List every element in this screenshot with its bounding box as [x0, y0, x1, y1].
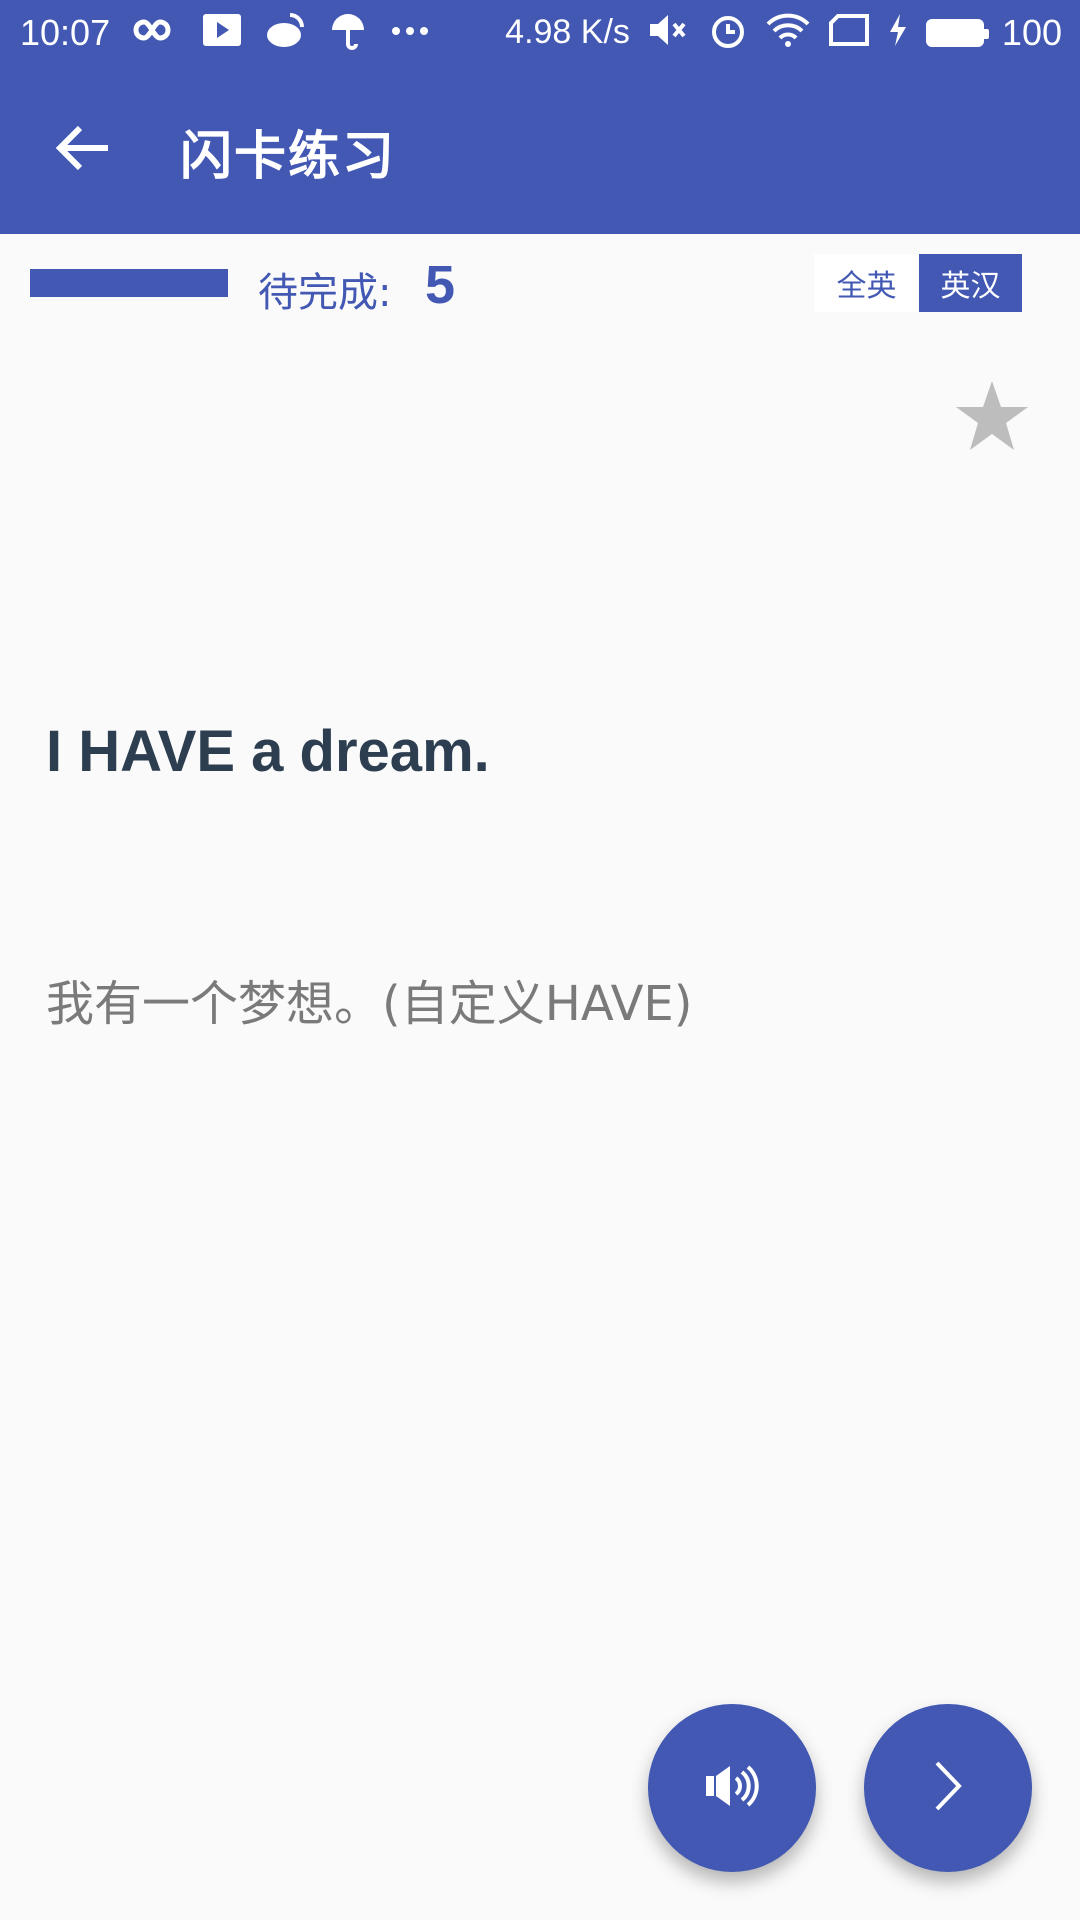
weibo-icon	[264, 11, 306, 54]
battery-icon	[925, 18, 989, 47]
more-dots-icon	[390, 24, 430, 42]
battery-level: 100	[1001, 11, 1062, 53]
status-icons-left	[132, 10, 430, 55]
flashcard-screen: 10:07 4.98 K/s 100 闪卡练习 待完成: 5 全英 英汉 I H…	[0, 0, 1080, 1920]
star-icon	[954, 379, 1030, 457]
alarm-icon	[708, 10, 748, 55]
sentence-text: I HAVE a dream.	[46, 719, 490, 784]
umbrella-icon	[328, 10, 368, 55]
status-bar: 10:07 4.98 K/s 100	[0, 0, 1080, 66]
play-icon	[202, 13, 242, 52]
mute-icon	[648, 12, 690, 53]
page-title: 闪卡练习	[180, 127, 397, 187]
infinity-icon	[132, 15, 180, 50]
play-sound-button[interactable]	[648, 1704, 816, 1872]
speaker-icon	[704, 1762, 760, 1814]
pending-label: 待完成:	[258, 270, 392, 316]
arrow-back-icon	[55, 124, 112, 176]
chevron-right-icon	[931, 1759, 965, 1817]
translation-text: 我有一个梦想。(自定义HAVE)	[46, 976, 693, 1032]
mode-all-english-button[interactable]: 全英	[814, 254, 919, 312]
status-time: 10:07	[20, 12, 111, 53]
pending-count: 5	[425, 255, 456, 315]
mode-english-chinese-button[interactable]: 英汉	[919, 254, 1022, 312]
progress-fill	[30, 269, 228, 297]
wifi-icon	[766, 12, 810, 53]
next-card-button[interactable]	[864, 1704, 1032, 1872]
status-icons-right: 4.98 K/s 100	[505, 10, 1062, 55]
favorite-button[interactable]	[952, 378, 1032, 458]
sim-icon	[828, 13, 870, 52]
app-bar: 闪卡练习	[0, 66, 1080, 234]
mode-toggle: 全英 英汉	[814, 254, 1022, 312]
charging-icon	[888, 13, 908, 52]
network-speed: 4.98 K/s	[505, 13, 630, 51]
back-button[interactable]	[44, 110, 124, 190]
progress-bar	[30, 269, 228, 297]
